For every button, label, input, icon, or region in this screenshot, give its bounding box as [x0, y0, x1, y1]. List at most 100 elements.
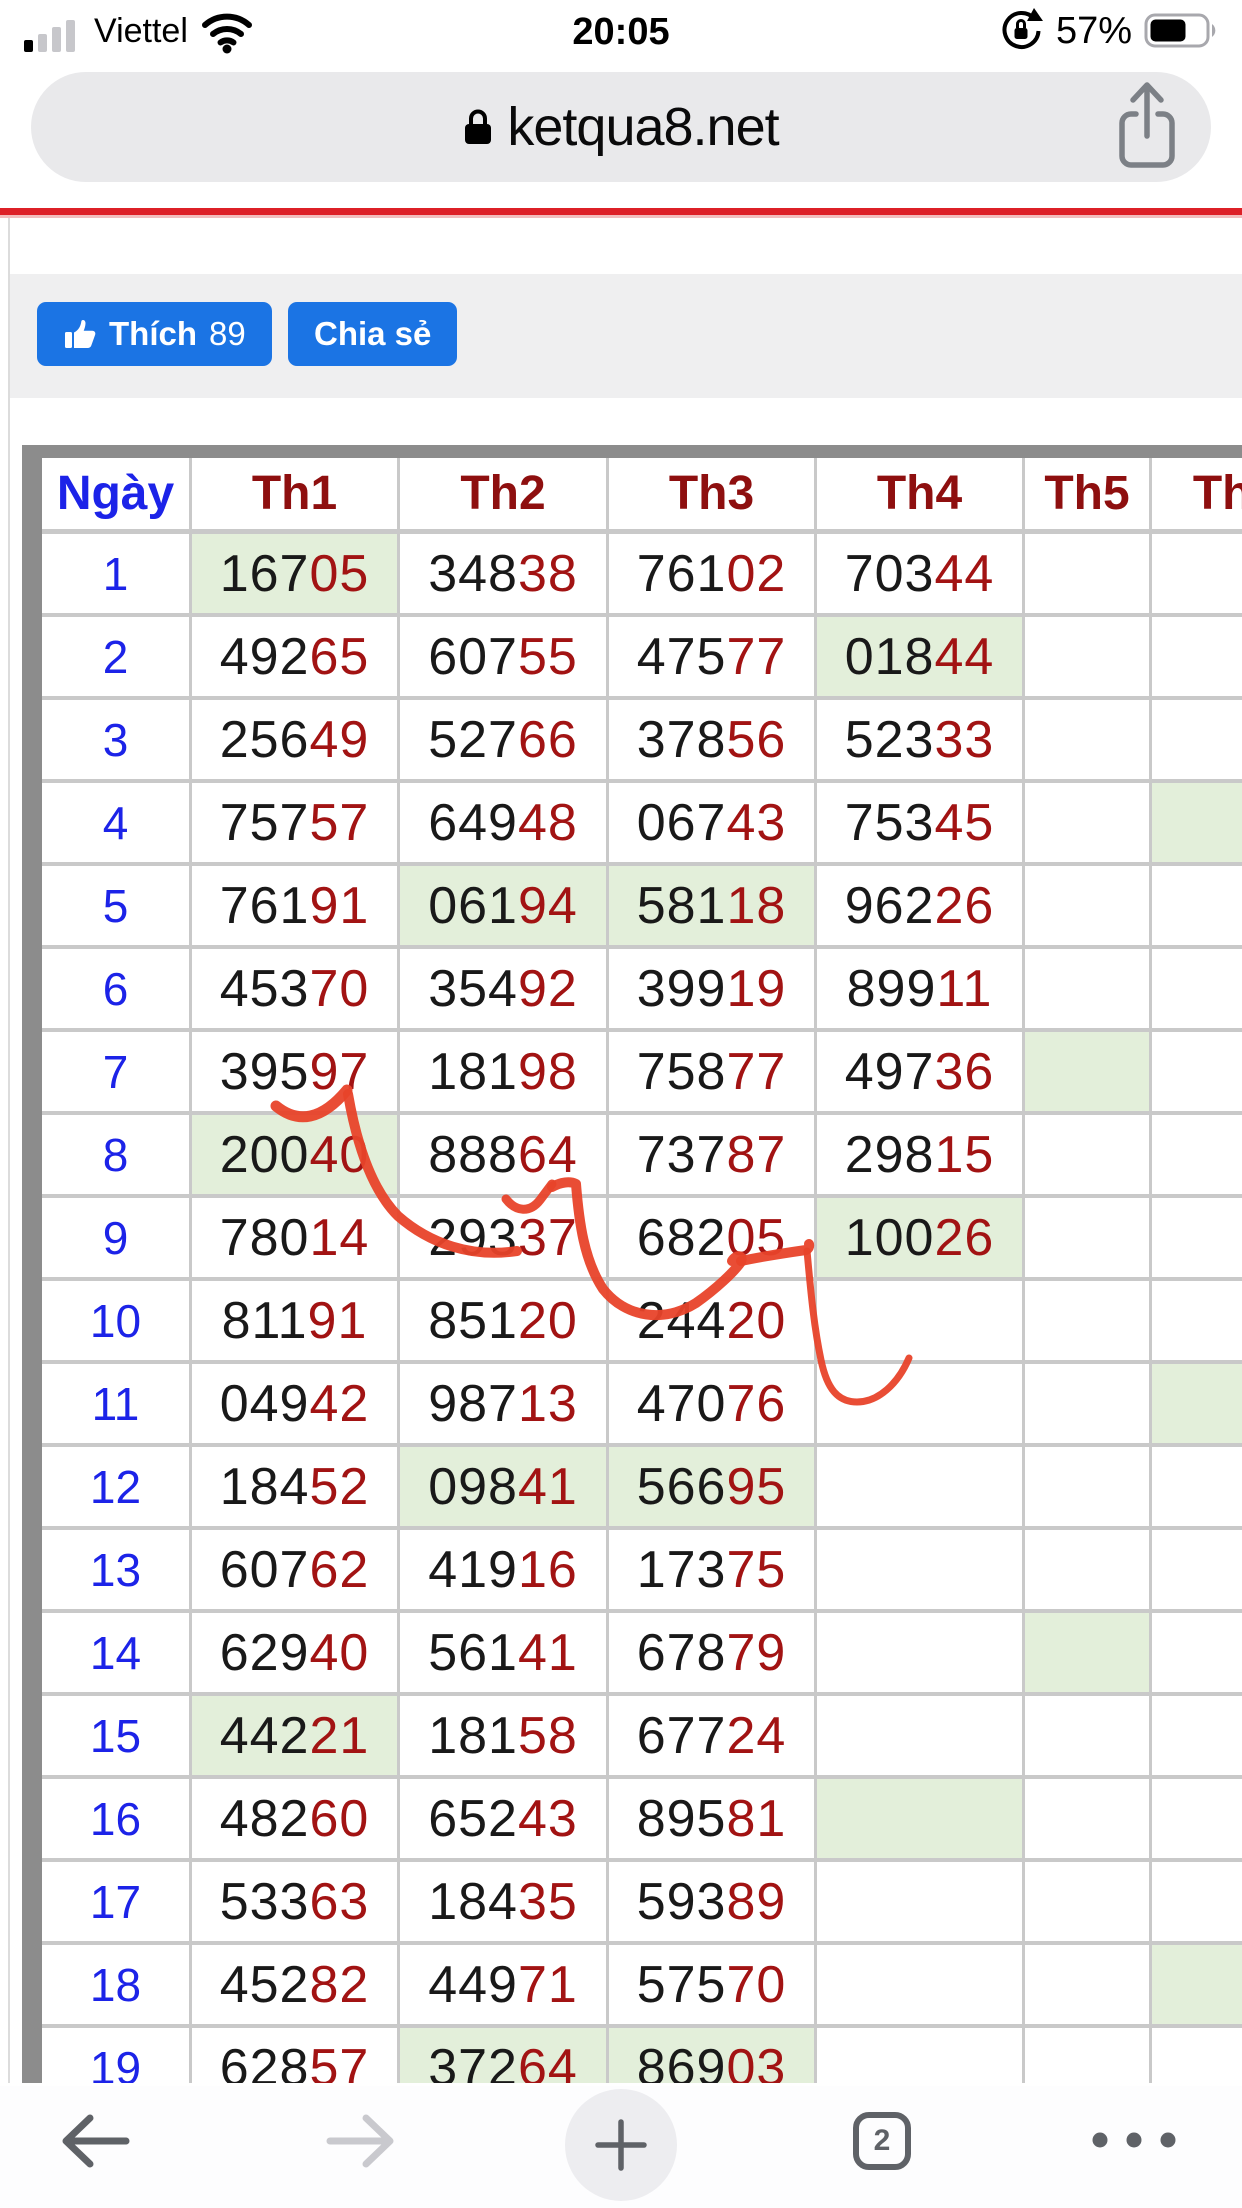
result-cell: 48260: [192, 1779, 400, 1862]
result-cell: 20040: [192, 1115, 400, 1198]
result-cell: 78014: [192, 1198, 400, 1281]
result-cell: [1152, 1945, 1242, 2028]
day-cell: 11: [42, 1364, 192, 1447]
result-cell: 49265: [192, 617, 400, 700]
day-cell: 12: [42, 1447, 192, 1530]
header-cell: Th3: [609, 458, 817, 534]
result-cell: 86903: [609, 2028, 817, 2083]
share-icon[interactable]: [1114, 80, 1180, 174]
result-cell: 60755: [400, 617, 609, 700]
like-label: Thích: [109, 315, 197, 353]
battery-icon: [1144, 11, 1220, 51]
result-cell: 24420: [609, 1281, 817, 1364]
result-cell: [1025, 534, 1152, 617]
result-cell: 64948: [400, 783, 609, 866]
result-cell: 70344: [817, 534, 1025, 617]
result-cell: 59389: [609, 1862, 817, 1945]
result-cell: [1152, 534, 1242, 617]
result-cell: 75757: [192, 783, 400, 866]
result-cell: [817, 1779, 1025, 1862]
result-cell: 17375: [609, 1530, 817, 1613]
page-left-border: [8, 218, 10, 2083]
result-cell: 47076: [609, 1364, 817, 1447]
day-cell: 18: [42, 1945, 192, 2028]
result-cell: [1152, 866, 1242, 949]
result-cell: [1152, 1115, 1242, 1198]
day-cell: 19: [42, 2028, 192, 2083]
result-cell: [817, 1447, 1025, 1530]
table-row: 16482606524389581: [42, 1779, 1242, 1862]
header-cell-day: Ngày: [42, 458, 192, 534]
result-cell: 35492: [400, 949, 609, 1032]
day-cell: 2: [42, 617, 192, 700]
result-cell: 29337: [400, 1198, 609, 1281]
result-cell: 68205: [609, 1198, 817, 1281]
result-cell: 57570: [609, 1945, 817, 2028]
carrier-label: Viettel: [94, 12, 188, 51]
result-cell: [1025, 1281, 1152, 1364]
day-cell: 14: [42, 1613, 192, 1696]
status-bar-left: Viettel: [24, 8, 256, 54]
tabs-button[interactable]: 2: [853, 2112, 911, 2170]
result-cell: 39597: [192, 1032, 400, 1115]
header-cell: Th4: [817, 458, 1025, 534]
result-cell: 62940: [192, 1613, 400, 1696]
table-row: 19628573726486903: [42, 2028, 1242, 2083]
address-bar[interactable]: ketqua8.net: [31, 72, 1211, 182]
result-cell: 34838: [400, 534, 609, 617]
result-cell: 67724: [609, 1696, 817, 1779]
result-cell: [1152, 949, 1242, 1032]
day-cell: 7: [42, 1032, 192, 1115]
result-cell: [1152, 1447, 1242, 1530]
result-cell: [1025, 700, 1152, 783]
result-cell: 10026: [817, 1198, 1025, 1281]
lock-icon: [463, 107, 493, 147]
result-cell: 52333: [817, 700, 1025, 783]
result-cell: [1152, 1281, 1242, 1364]
lottery-results-table: NgàyTh1Th2Th3Th4Th5Th6 11670534838761027…: [22, 445, 1242, 2083]
iphone-screen: Viettel 20:05 57%: [0, 0, 1242, 2208]
more-icon[interactable]: [1086, 2122, 1182, 2158]
table-row: 11049429871347076: [42, 1364, 1242, 1447]
day-cell: 17: [42, 1862, 192, 1945]
plus-icon: [592, 2116, 650, 2174]
result-cell: 18198: [400, 1032, 609, 1115]
result-cell: [1025, 2028, 1152, 2083]
share-button[interactable]: Chia sẻ: [288, 302, 457, 366]
result-cell: 09841: [400, 1447, 609, 1530]
result-cell: 67879: [609, 1613, 817, 1696]
thumbs-up-icon: [63, 317, 97, 351]
result-cell: 41916: [400, 1530, 609, 1613]
table-row: 820040888647378729815: [42, 1115, 1242, 1198]
result-cell: 37856: [609, 700, 817, 783]
result-cell: 49736: [817, 1032, 1025, 1115]
forward-icon[interactable]: [324, 2110, 398, 2172]
result-cell: [1025, 1198, 1152, 1281]
table-row: 576191061945811896226: [42, 866, 1242, 949]
status-bar-right: 57%: [998, 8, 1220, 54]
url-text: ketqua8.net: [507, 96, 778, 158]
result-cell: [817, 1862, 1025, 1945]
table-row: 978014293376820510026: [42, 1198, 1242, 1281]
result-cell: 45370: [192, 949, 400, 1032]
like-button[interactable]: Thích 89: [37, 302, 272, 366]
result-cell: 62857: [192, 2028, 400, 2083]
result-cell: [1025, 1696, 1152, 1779]
wifi-icon: [198, 8, 256, 54]
result-cell: [1025, 949, 1152, 1032]
result-cell: [1025, 1364, 1152, 1447]
result-cell: 04942: [192, 1364, 400, 1447]
back-icon[interactable]: [58, 2110, 132, 2172]
table-row: 18452824497157570: [42, 1945, 1242, 2028]
result-cell: [1152, 1779, 1242, 1862]
table-row: 325649527663785652333: [42, 700, 1242, 783]
result-cell: 65243: [400, 1779, 609, 1862]
result-cell: 25649: [192, 700, 400, 783]
result-cell: [1152, 1862, 1242, 1945]
result-cell: [1025, 1779, 1152, 1862]
result-cell: 44971: [400, 1945, 609, 2028]
like-count: 89: [209, 315, 246, 353]
result-cell: [1025, 1530, 1152, 1613]
new-tab-button[interactable]: [565, 2089, 677, 2201]
result-cell: [1152, 700, 1242, 783]
